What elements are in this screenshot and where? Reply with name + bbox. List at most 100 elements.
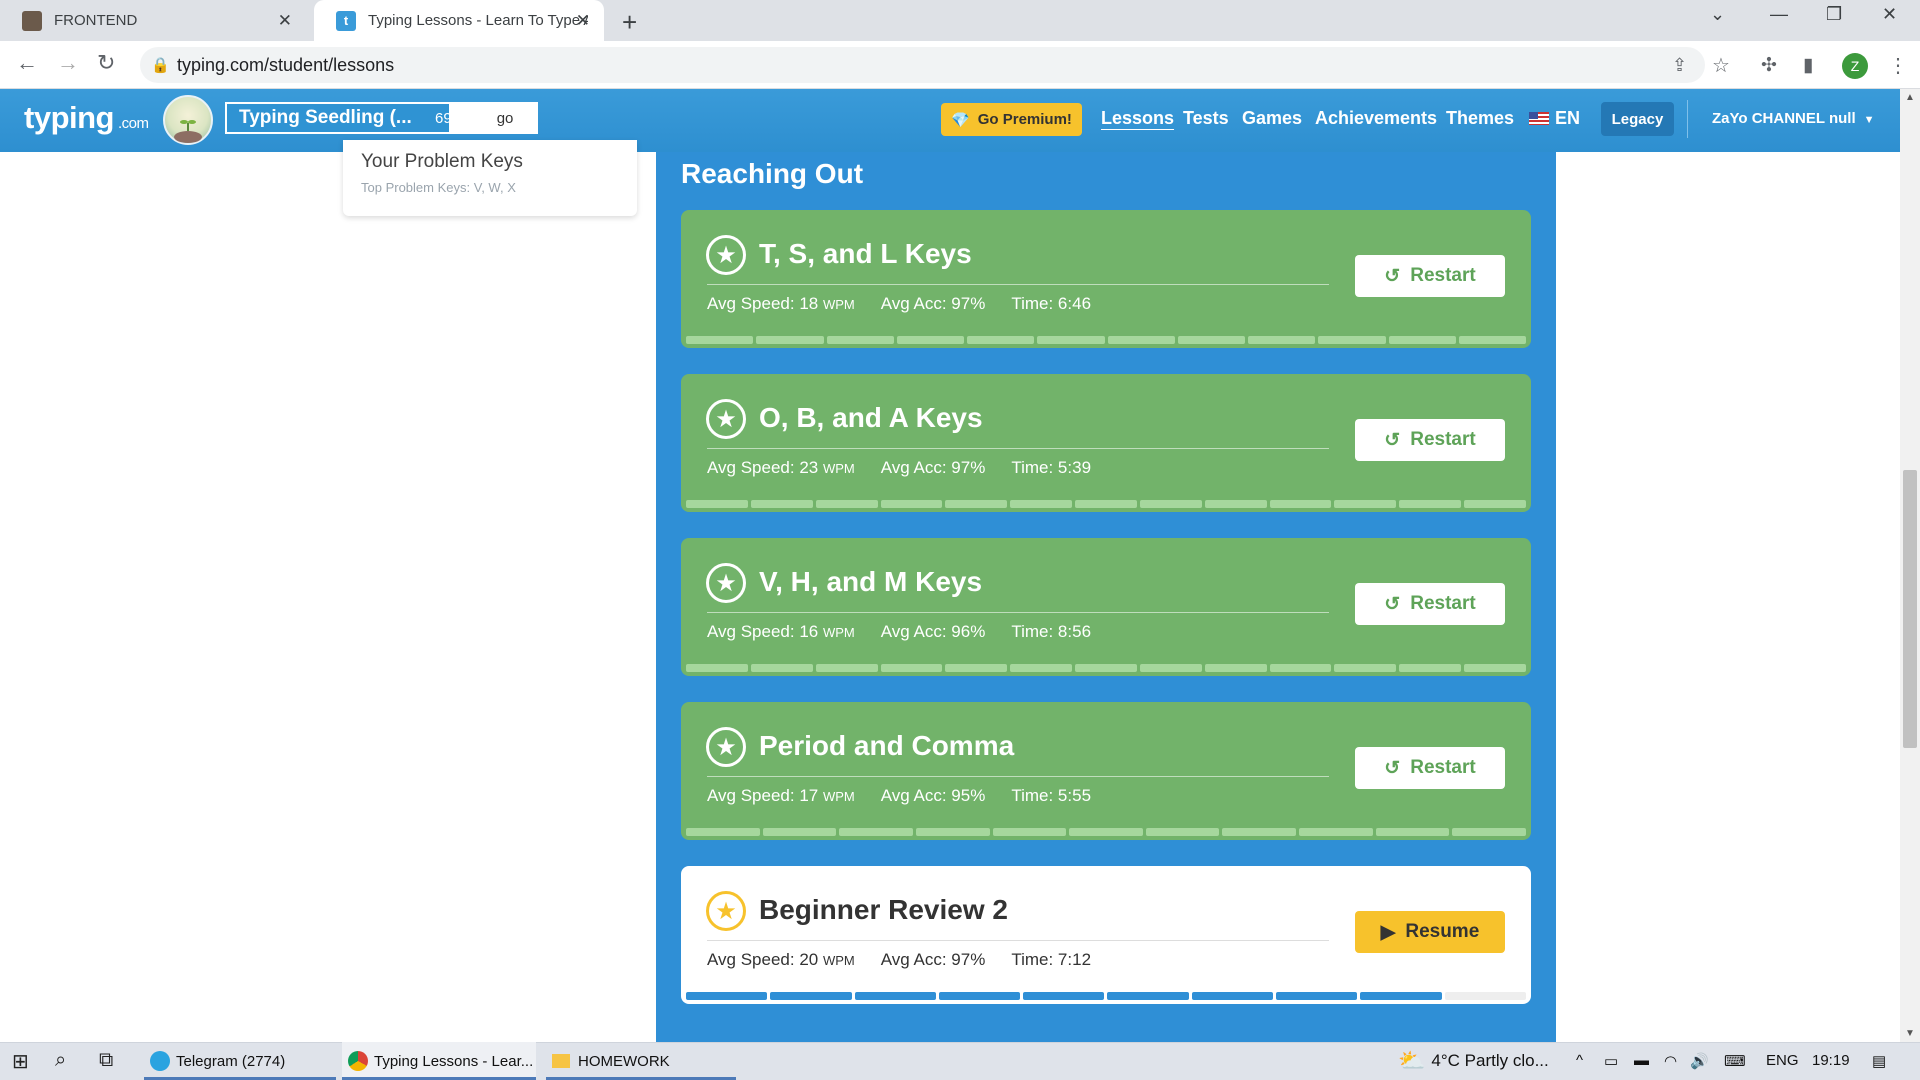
user-menu[interactable]: ZaYo CHANNEL null ▼ [1712,110,1875,127]
progress-segment [1299,828,1373,836]
search-icon[interactable]: ⌕ [55,1049,66,1072]
play-icon: ▶ [1380,921,1396,943]
restart-button[interactable]: ↺ Restart [1355,419,1505,461]
extensions-icon[interactable]: ✣ [1761,54,1777,77]
progress-segment [815,500,878,508]
lesson-divider [707,612,1329,613]
bookmark-star-icon[interactable]: ☆ [1712,53,1730,78]
seedling-icon [174,120,202,143]
reload-icon[interactable]: ↻ [97,50,115,76]
lesson-card[interactable]: ★ T, S, and L Keys Avg Speed: 18 WPM Avg… [681,210,1531,348]
battery-icon[interactable]: ▬ [1634,1052,1649,1069]
lesson-title: Beginner Review 2 [759,894,1008,925]
close-tab-icon[interactable]: ✕ [278,11,292,31]
lesson-card[interactable]: ★ Period and Comma Avg Speed: 17 WPM Avg… [681,702,1531,840]
progress-segment [756,336,824,344]
lesson-divider [707,940,1329,941]
taskbar-telegram[interactable]: Telegram (2774) [144,1042,336,1080]
progress-segment [1269,664,1332,672]
lesson-card[interactable]: ★ Beginner Review 2 Avg Speed: 20 WPM Av… [681,866,1531,1004]
input-language[interactable]: ENG [1766,1052,1799,1069]
lesson-title: V, H, and M Keys [759,566,983,597]
lesson-stats: Avg Speed: 17 WPM Avg Acc: 95% Time: 5:5… [707,786,1091,806]
history-icon: ↺ [1384,593,1401,615]
lesson-divider [707,448,1329,449]
forward-icon[interactable]: → [57,50,79,76]
profile-avatar[interactable]: Z [1842,53,1868,79]
progress-segment [770,992,852,1000]
close-tab-icon[interactable]: ✕ [576,11,590,31]
window-close-icon[interactable]: ✕ [1882,4,1897,25]
tab-search-icon[interactable]: ⌄ [1710,4,1725,25]
lesson-time: Time: 7:12 [1011,950,1092,969]
browser-tab-typing[interactable]: t Typing Lessons - Learn To Type A ✕ [314,0,604,41]
taskbar-homework[interactable]: HOMEWORK [546,1042,736,1080]
lock-icon[interactable]: 🔒 [151,56,170,74]
scroll-down-icon[interactable]: ▼ [1905,1028,1915,1039]
keyboard-icon[interactable]: ⌨ [1724,1052,1746,1070]
scroll-up-icon[interactable]: ▲ [1905,92,1915,103]
lesson-card[interactable]: ★ O, B, and A Keys Avg Speed: 23 WPM Avg… [681,374,1531,512]
lesson-stats: Avg Speed: 20 WPM Avg Acc: 97% Time: 7:1… [707,950,1091,970]
nav-achievements[interactable]: Achievements [1315,108,1437,129]
avg-speed: Avg Speed: 23 WPM [707,458,855,477]
restore-icon[interactable]: ❐ [1826,4,1842,25]
resume-button[interactable]: ▶ Resume [1355,911,1505,953]
progress-segment [1107,336,1175,344]
back-icon[interactable]: ← [16,50,38,76]
share-icon[interactable]: ⇪ [1672,55,1687,76]
restart-button[interactable]: ↺ Restart [1355,583,1505,625]
lesson-star-icon: ★ [706,891,746,931]
avg-accuracy: Avg Acc: 97% [880,950,986,969]
restart-button[interactable]: ↺ Restart [1355,747,1505,789]
diamond-icon: 💎 [951,111,970,129]
side-panel-icon[interactable]: ▮ [1803,54,1813,77]
minimize-icon[interactable]: — [1770,4,1788,25]
legacy-button[interactable]: Legacy [1601,102,1674,136]
go-premium-button[interactable]: 💎 Go Premium! [941,103,1082,136]
task-view-icon[interactable]: ⧉ [99,1049,113,1072]
scrollbar-thumb[interactable] [1903,470,1917,748]
show-hidden-icons[interactable]: ^ [1576,1052,1583,1069]
lesson-star-icon: ★ [706,399,746,439]
level-progress[interactable]: Typing Seedling (... 693 xp togo [225,102,538,134]
nav-games[interactable]: Games [1242,108,1302,129]
nav-lessons[interactable]: Lessons [1101,108,1174,129]
site-logo[interactable]: typing .com [24,100,149,136]
section-title: Reaching Out [681,158,864,189]
clock[interactable]: 19:19 [1812,1052,1850,1069]
progress-segment [1318,336,1386,344]
lesson-time: Time: 5:55 [1011,786,1092,805]
weather-widget[interactable]: ⛅ 4°C Partly clo... [1398,1048,1549,1074]
meet-now-icon[interactable]: ▭ [1604,1052,1618,1070]
progress-segment [1107,992,1189,1000]
progress-segment [1204,500,1267,508]
progress-segment [854,992,936,1000]
progress-segment [938,992,1021,1000]
nav-themes[interactable]: Themes [1446,108,1514,129]
user-avatar[interactable] [163,95,213,145]
progress-segment [992,828,1067,836]
level-title: Typing Seedling (... [239,107,412,128]
language-selector[interactable]: EN [1529,108,1580,129]
lesson-card[interactable]: ★ V, H, and M Keys Avg Speed: 16 WPM Avg… [681,538,1531,676]
browser-tab-frontend[interactable]: FRONTEND ✕ [0,0,306,41]
new-tab-icon[interactable]: + [622,7,637,38]
windows-start-icon[interactable]: ⊞ [12,1049,29,1074]
progress-segment [1248,336,1316,344]
progress-segment [1010,500,1073,508]
level-xp: 693 xp togo [435,110,514,127]
lesson-progress [686,664,1526,672]
url-text[interactable]: typing.com/student/lessons [177,55,394,76]
tab-favicon-icon [22,10,42,31]
lesson-progress [686,828,1527,836]
progress-segment [1452,828,1527,836]
restart-button[interactable]: ↺ Restart [1355,255,1505,297]
volume-icon[interactable]: 🔊 [1690,1052,1709,1070]
problem-keys-subtitle: Top Problem Keys: V, W, X [361,180,516,195]
browser-menu-icon[interactable]: ⋮ [1888,53,1908,78]
taskbar-chrome[interactable]: Typing Lessons - Lear... [342,1042,536,1080]
notifications-icon[interactable]: ▤ [1872,1052,1886,1070]
wifi-icon[interactable]: ◠ [1664,1052,1677,1070]
nav-tests[interactable]: Tests [1183,108,1229,129]
